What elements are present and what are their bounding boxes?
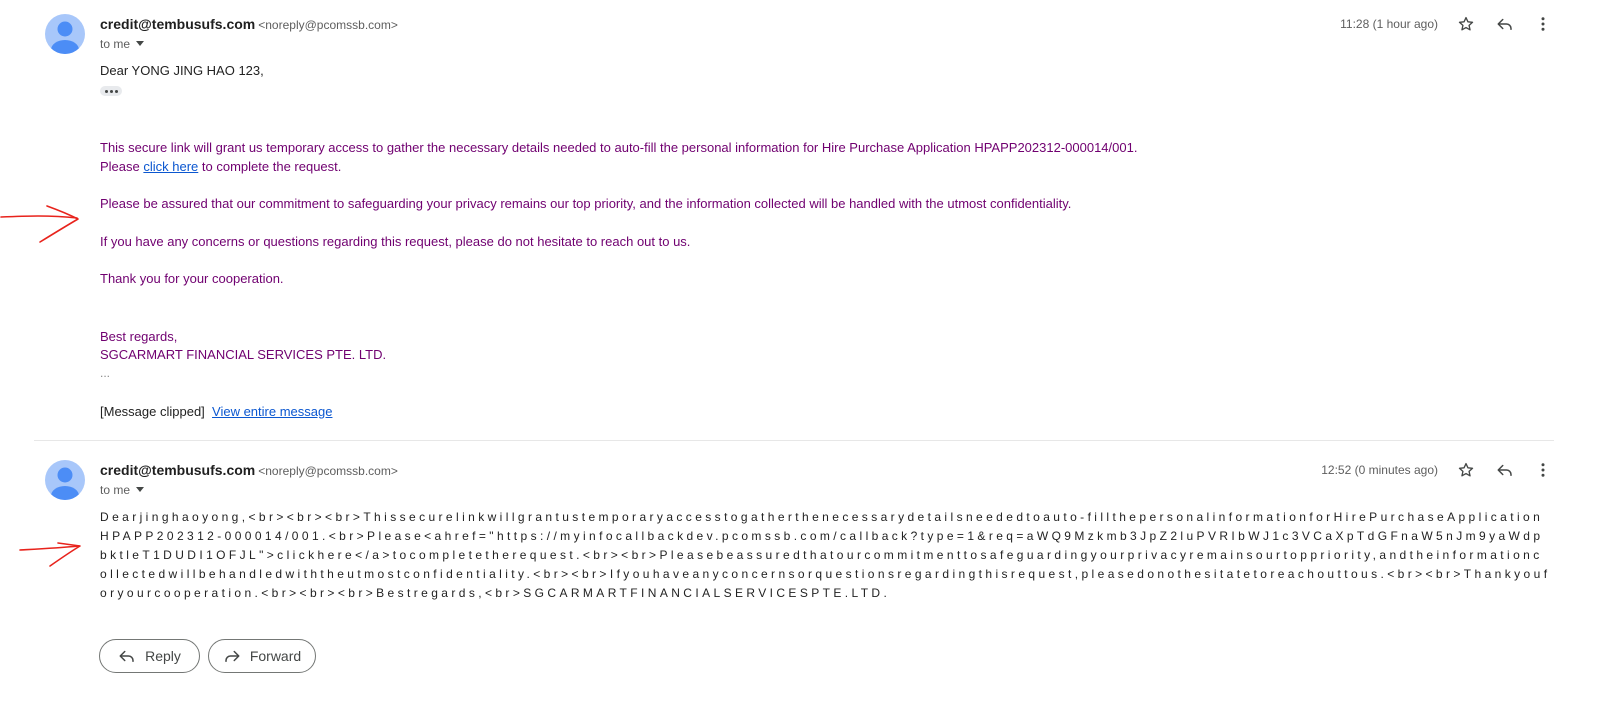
- sender-email: <noreply@pcomssb.com>: [258, 464, 398, 478]
- red-arrow-annotation: [0, 205, 79, 243]
- sender-avatar[interactable]: [45, 14, 85, 54]
- forward-icon: [225, 650, 240, 662]
- to-me-label: to me: [100, 483, 131, 497]
- more-vert-icon: [1541, 463, 1545, 477]
- star-button[interactable]: [1454, 12, 1478, 36]
- reply-icon: [1497, 18, 1512, 30]
- sender-email: <noreply@pcomssb.com>: [258, 18, 398, 32]
- ellipsis-dot: [104, 89, 108, 93]
- reply-all-action-button[interactable]: Reply: [99, 639, 200, 673]
- to-me-label: to me: [100, 37, 131, 51]
- chevron-down-icon: [136, 487, 145, 493]
- chevron-down-icon: [136, 41, 145, 47]
- ellipsis-dot: [109, 89, 113, 93]
- signoff: Best regards,: [100, 329, 178, 344]
- clipped-label: [Message clipped]: [100, 404, 205, 419]
- forward-label: Forward: [249, 648, 302, 664]
- body-paragraph-privacy: Please be assured that our commitment to…: [100, 196, 1072, 211]
- reply-icon: [1497, 464, 1512, 476]
- star-icon: [1458, 16, 1474, 31]
- forward-action-button[interactable]: Forward: [208, 639, 316, 673]
- message-timestamp: 11:28 (1 hour ago): [1340, 17, 1438, 31]
- trailing-dots: ...: [100, 366, 111, 380]
- company-name: SGCARMART FINANCIAL SERVICES PTE. LTD.: [100, 347, 387, 362]
- sender-avatar[interactable]: [45, 460, 85, 500]
- sender-name[interactable]: credit@tembusufs.com <noreply@pcomssb.com…: [100, 462, 398, 478]
- reply-button[interactable]: [1493, 458, 1517, 482]
- star-icon: [1458, 462, 1474, 477]
- red-arrow-annotation: [19, 542, 81, 567]
- sender-name-text: credit@tembusufs.com: [100, 16, 256, 32]
- more-vert-icon: [1541, 17, 1545, 31]
- more-options-button[interactable]: [1531, 458, 1555, 482]
- sender-name-text: credit@tembusufs.com: [100, 462, 256, 478]
- body-paragraph-click: Please click here to complete the reques…: [100, 159, 341, 174]
- click-prefix: Please: [100, 159, 144, 174]
- ellipsis-dot: [114, 89, 118, 93]
- recipient-details-toggle[interactable]: to me: [100, 483, 145, 497]
- person-avatar-icon: [51, 467, 79, 500]
- show-trimmed-content-button[interactable]: [100, 86, 122, 96]
- reply-label: Reply: [145, 648, 181, 664]
- message-clipped-notice: [Message clipped] View entire message: [100, 404, 332, 419]
- body-paragraph-thanks: Thank you for your cooperation.: [100, 271, 284, 286]
- body-paragraph-access: This secure link will grant us temporary…: [100, 140, 1138, 155]
- email-thread: credit@tembusufs.com <noreply@pcomssb.com…: [0, 0, 1622, 728]
- email-greeting: Dear YONG JING HAO 123,: [100, 63, 264, 78]
- person-avatar-icon: [51, 21, 79, 54]
- reply-icon: [119, 650, 134, 662]
- raw-html-email-body: Dearjinghaoyong,<br><br><br>Thissecureli…: [100, 510, 1551, 600]
- message-divider: [34, 440, 1554, 441]
- view-entire-message-link[interactable]: View entire message: [212, 404, 332, 419]
- body-paragraph-concerns: If you have any concerns or questions re…: [100, 234, 691, 249]
- message-timestamp: 12:52 (0 minutes ago): [1321, 463, 1438, 477]
- star-button[interactable]: [1454, 458, 1478, 482]
- recipient-details-toggle[interactable]: to me: [100, 37, 145, 51]
- reply-button[interactable]: [1493, 12, 1517, 36]
- sender-name[interactable]: credit@tembusufs.com <noreply@pcomssb.com…: [100, 16, 398, 32]
- click-suffix: to complete the request.: [198, 159, 342, 174]
- click-here-link[interactable]: click here: [143, 159, 198, 174]
- more-options-button[interactable]: [1531, 12, 1555, 36]
